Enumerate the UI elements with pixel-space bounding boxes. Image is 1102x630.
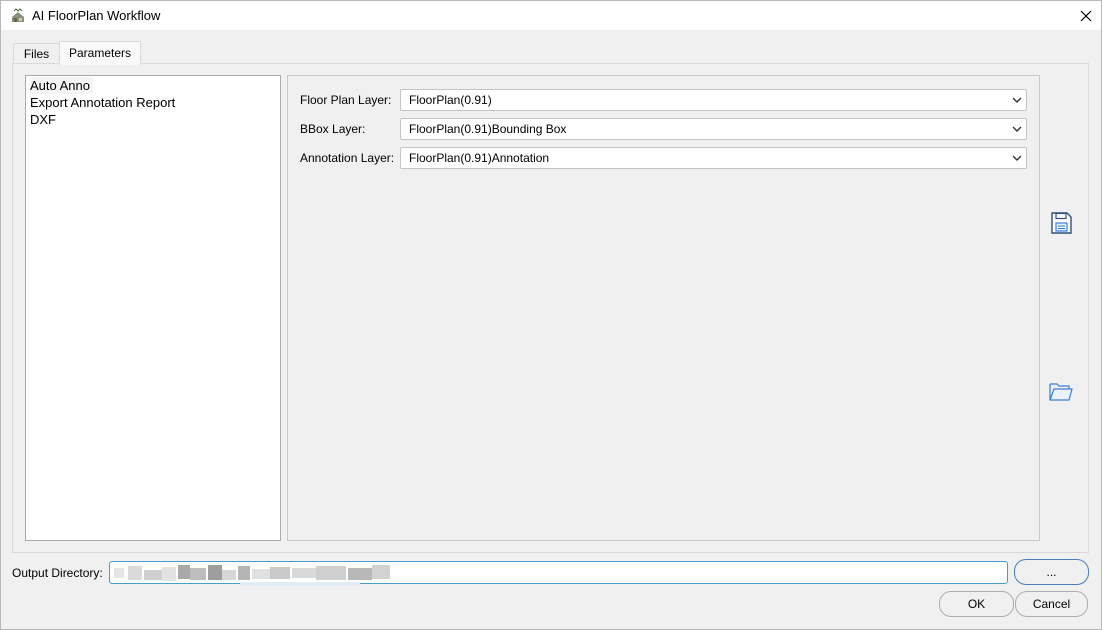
save-settings-button[interactable] bbox=[1049, 211, 1073, 238]
step-settings-panel bbox=[287, 75, 1040, 541]
annotation-layer-value: FloorPlan(0.91)Annotation bbox=[409, 151, 550, 165]
step-list[interactable]: Auto Anno Export Annotation Report DXF bbox=[25, 75, 281, 541]
chevron-down-icon bbox=[1012, 126, 1022, 132]
step-item-export-annotation-report[interactable]: Export Annotation Report bbox=[30, 94, 178, 111]
annotation-layer-select[interactable]: FloorPlan(0.91)Annotation bbox=[400, 147, 1027, 169]
tab-files[interactable]: Files bbox=[13, 43, 60, 63]
title-bar: AI FloorPlan Workflow bbox=[1, 1, 1101, 30]
cancel-button[interactable]: Cancel bbox=[1015, 591, 1088, 617]
window-title: AI FloorPlan Workflow bbox=[32, 8, 161, 23]
load-settings-button[interactable] bbox=[1049, 381, 1073, 406]
output-directory-input[interactable] bbox=[109, 561, 1008, 584]
chevron-down-icon bbox=[1012, 155, 1022, 161]
ok-button[interactable]: OK bbox=[939, 591, 1014, 617]
floor-plan-layer-label: Floor Plan Layer: bbox=[300, 93, 392, 107]
bbox-layer-label: BBox Layer: bbox=[300, 122, 366, 136]
output-directory-label: Output Directory: bbox=[12, 566, 103, 580]
open-folder-icon bbox=[1049, 383, 1073, 401]
save-icon bbox=[1051, 212, 1072, 234]
close-button[interactable] bbox=[1070, 1, 1101, 30]
floor-plan-layer-select[interactable]: FloorPlan(0.91) bbox=[400, 89, 1027, 111]
chevron-down-icon bbox=[1012, 97, 1022, 103]
close-icon bbox=[1080, 10, 1091, 21]
app-icon bbox=[10, 8, 26, 24]
step-item-auto-anno[interactable]: Auto Anno bbox=[30, 77, 93, 94]
floor-plan-layer-value: FloorPlan(0.91) bbox=[409, 93, 492, 107]
annotation-layer-label: Annotation Layer: bbox=[300, 151, 395, 165]
bbox-layer-select[interactable]: FloorPlan(0.91)Bounding Box bbox=[400, 118, 1027, 140]
tab-parameters[interactable]: Parameters bbox=[59, 41, 141, 65]
step-item-dxf[interactable]: DXF bbox=[30, 111, 59, 128]
browse-button[interactable]: ... bbox=[1014, 559, 1089, 585]
bbox-layer-value: FloorPlan(0.91)Bounding Box bbox=[409, 122, 567, 136]
